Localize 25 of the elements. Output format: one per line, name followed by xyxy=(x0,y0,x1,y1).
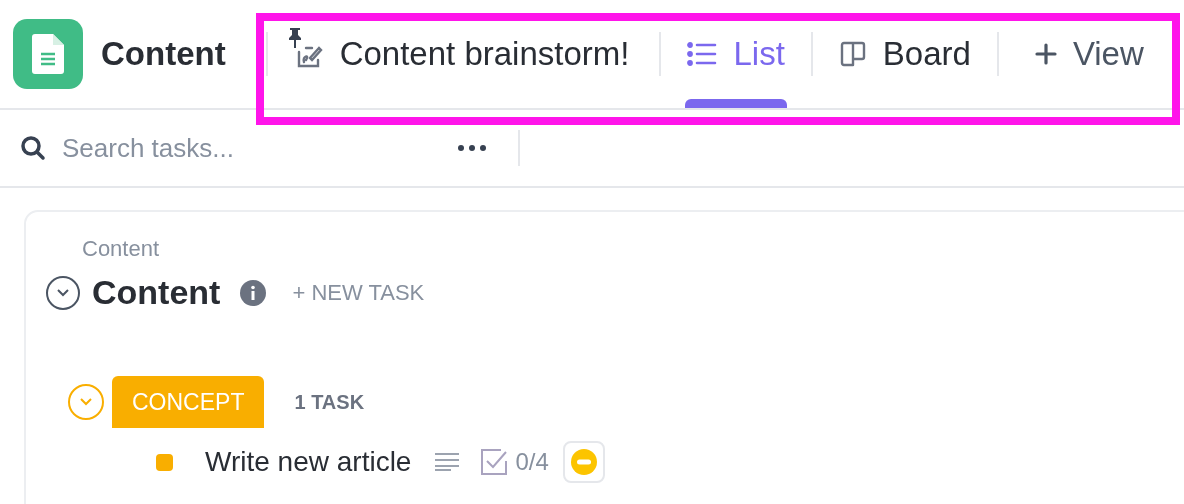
plus-icon xyxy=(1034,43,1057,65)
checklist-count: 0/4 xyxy=(515,447,549,477)
info-icon xyxy=(240,279,267,306)
page-title: Content xyxy=(101,34,226,75)
chevron-icon xyxy=(56,287,70,298)
list-icon xyxy=(687,41,718,67)
minus-circle-icon xyxy=(570,449,597,475)
view-tab[interactable]: View xyxy=(998,0,1164,108)
view-tab[interactable]: Board xyxy=(812,0,997,108)
status-label: CONCEPT xyxy=(112,376,265,428)
task-name[interactable]: Write new article xyxy=(205,441,412,483)
search-field[interactable]: Search tasks... xyxy=(62,128,422,168)
description-icon xyxy=(435,453,460,471)
view-tab[interactable]: List xyxy=(661,0,811,108)
document-icon xyxy=(13,19,83,89)
search-icon xyxy=(20,135,46,161)
collapse-button[interactable] xyxy=(46,275,80,310)
list-title: Content xyxy=(92,272,221,313)
chevron-icon xyxy=(79,397,93,407)
breadcrumb: Content xyxy=(82,235,161,263)
task-count: 1 TASK xyxy=(294,390,365,415)
view-tab[interactable]: Content brainstorm! xyxy=(267,0,660,108)
checklist-icon xyxy=(481,449,508,475)
more-icon[interactable] xyxy=(458,145,486,151)
board-icon xyxy=(838,40,867,68)
